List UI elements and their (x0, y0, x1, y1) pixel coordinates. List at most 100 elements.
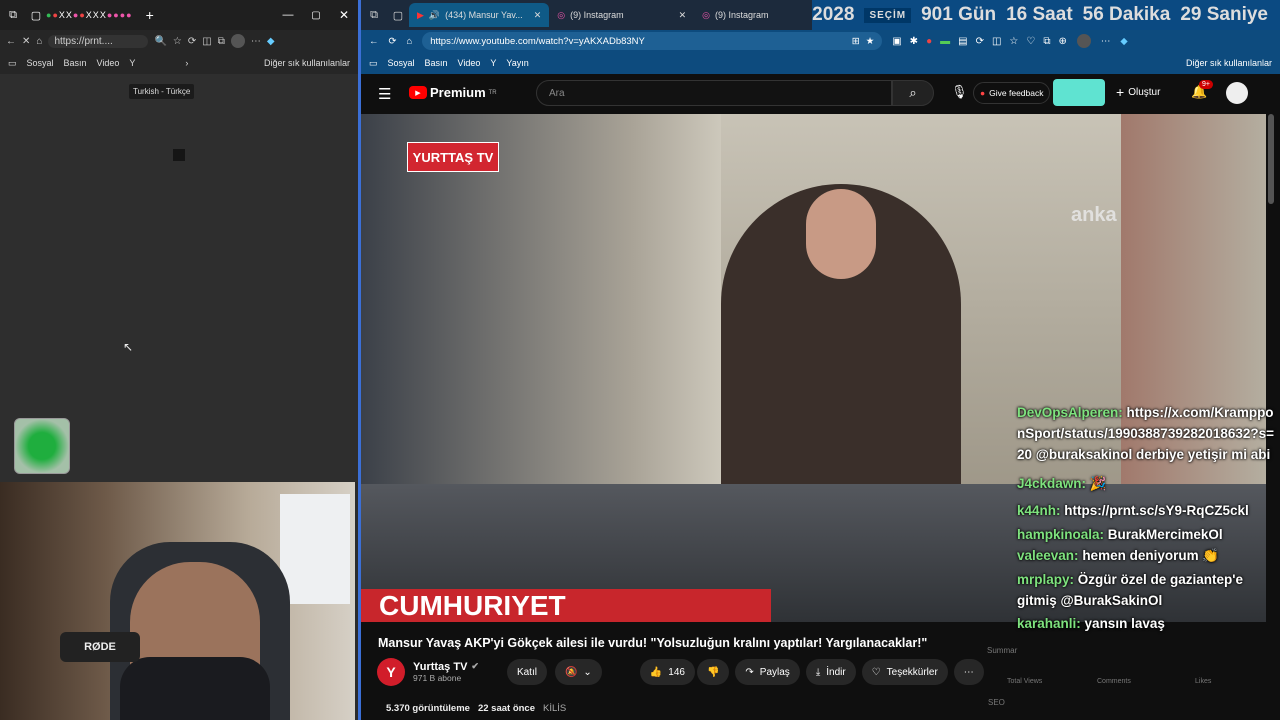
download-icon: ⤓ (815, 666, 821, 678)
bookmark-sosyal[interactable]: Sosyal (27, 58, 54, 68)
close-icon[interactable]: ✕ (330, 8, 358, 22)
join-button[interactable]: Katıl (506, 659, 547, 685)
voice-search-icon[interactable]: 🎙 (951, 84, 968, 100)
tab-actions-icon[interactable]: ▢ (387, 9, 409, 22)
more-icon[interactable]: ⋯ (1101, 36, 1111, 47)
search-button[interactable]: ⌕ (892, 80, 934, 106)
share-button[interactable]: ↷ Paylaş (735, 659, 800, 685)
home-icon[interactable]: ⌂ (406, 36, 412, 47)
favorite-star-icon[interactable]: ★ (866, 36, 875, 47)
subscribed-bell-button[interactable]: 🔕 ⌄ (554, 659, 602, 685)
share-label: Paylaş (759, 666, 790, 678)
bookmark-video[interactable]: Video (458, 58, 481, 68)
dislike-button[interactable]: 👎 (696, 659, 730, 685)
pinned-tabs-icons[interactable]: ● ● X X ● ● X X X ● ● ● ● (46, 10, 132, 20)
refresh-icon[interactable]: ⟳ (389, 36, 397, 47)
copilot-icon[interactable]: ◆ (1120, 36, 1127, 47)
tab-instagram-2[interactable]: ◎ (9) Instagram (694, 3, 776, 27)
tab-instagram-1[interactable]: ◎ (9) Instagram ✕ (549, 3, 694, 27)
bell-off-icon: 🔕 (564, 666, 578, 678)
chevron-right-icon[interactable]: › (185, 58, 188, 68)
bookmark-y[interactable]: Y (129, 58, 135, 68)
extension-icons[interactable]: ▣ ✱ ● ▬ ▤ ⟳ ◫ ☆ ♡ ⧉ ⊕ (892, 36, 1067, 47)
youtube-header: ☰ ▶ Premium TR Ara ⌕ 🎙 ● Give feedback +… (361, 74, 1280, 114)
bookmark-toggle-icon[interactable]: ▭ (8, 58, 17, 69)
workspaces-icon[interactable]: ⧉ (0, 9, 26, 22)
chat-user: valeevan: (1017, 548, 1079, 563)
home-icon[interactable]: ⌂ (36, 36, 42, 47)
zoom-icon[interactable]: 🔍 (154, 36, 166, 47)
bookmark-other[interactable]: Diğer sık kullanılanlar (1186, 58, 1272, 68)
right-address-bar: ← ⟳ ⌂ https://www.youtube.com/watch?v=yA… (361, 30, 1280, 52)
bookmark-y[interactable]: Y (490, 58, 496, 68)
back-icon[interactable]: ← (369, 36, 379, 47)
bookmark-sosyal[interactable]: Sosyal (388, 58, 415, 68)
thanks-button[interactable]: ♡ Teşekkürler (861, 659, 948, 685)
menu-icon[interactable]: ☰ (378, 85, 391, 103)
side-panel-labels: Summar (987, 646, 1017, 655)
download-button[interactable]: ⤓ İndir (805, 659, 856, 685)
bookmark-toggle-icon[interactable]: ▭ (369, 58, 378, 69)
left-tab-strip[interactable]: ⧉ ▢ ● ● X X ● ● X X X ● ● ● ● + — ▢ ✕ (0, 0, 358, 30)
loading-square-icon (173, 149, 185, 161)
bookmark-basin[interactable]: Basın (425, 58, 448, 68)
search-input[interactable]: Ara (536, 80, 892, 106)
copilot-icon[interactable]: ◆ (267, 36, 275, 47)
app-available-icon[interactable]: ⊞ (852, 36, 860, 47)
youtube-logo[interactable]: ▶ Premium TR (409, 85, 497, 100)
refresh-icon[interactable]: ⟳ (188, 36, 196, 47)
toggle-switch[interactable] (1053, 79, 1105, 106)
verified-icon: ✔ (471, 661, 479, 671)
back-icon[interactable]: ← (6, 36, 16, 47)
like-count: 146 (668, 666, 685, 678)
more-actions-button[interactable]: ⋯ (953, 659, 984, 685)
countdown-minutes: 56 Dakika (1082, 4, 1171, 25)
bookmark-yayin[interactable]: Yayın (506, 58, 528, 68)
give-feedback-button[interactable]: ● Give feedback (973, 82, 1051, 104)
chat-user: J4ckdawn: (1017, 476, 1087, 491)
close-tab-icon[interactable]: ✕ (534, 10, 542, 21)
minimize-icon[interactable]: — (274, 9, 302, 21)
stream-chat-overlay: DevOpsAlperen: https://x.com/KrampponSpo… (1017, 402, 1280, 720)
close-tab-icon[interactable]: ✕ (679, 10, 687, 21)
profile-avatar[interactable] (230, 34, 245, 48)
tab-actions-icon[interactable]: ▢ (26, 9, 46, 22)
countdown-badge: SEÇİM (864, 7, 912, 23)
bookmark-basin[interactable]: Basın (64, 58, 87, 68)
channel-row: Y Yurttaş TV ✔ 971 B abone Katıl 🔕 ⌄ 👍 146… (377, 656, 984, 688)
channel-name[interactable]: Yurttaş TV (413, 661, 467, 673)
split-screen-icon[interactable]: ◫ (202, 36, 211, 47)
maximize-icon[interactable]: ▢ (302, 10, 330, 21)
notification-badge: 9+ (1199, 80, 1213, 89)
left-url-field[interactable]: https://prnt.... (48, 34, 149, 48)
location-tag: KİLİS (543, 703, 567, 714)
like-button[interactable]: 👍 146 (639, 659, 695, 685)
create-button[interactable]: + Oluştur (1116, 84, 1160, 100)
bookmark-other[interactable]: Diğer sık kullanılanlar (264, 58, 350, 68)
more-icon[interactable]: ⋯ (251, 36, 261, 47)
chat-message: J4ckdawn: 🎉 (1017, 473, 1280, 494)
instagram-icon: ◎ (557, 9, 566, 20)
chat-message: k44nh: https://prnt.sc/sY9-RqCZ5ckl (1017, 500, 1280, 521)
bookmark-video[interactable]: Video (97, 58, 120, 68)
summary-label: Summar (987, 646, 1018, 655)
account-avatar[interactable] (1226, 82, 1248, 104)
tab-youtube[interactable]: ▶ 🔊 (434) Mansur Yav... ✕ (409, 3, 550, 27)
feedback-icon: ● (980, 88, 986, 98)
chat-user: DevOpsAlperen: (1017, 405, 1123, 420)
chat-user: hampkinoala: (1017, 527, 1105, 542)
new-tab-icon[interactable]: + (146, 7, 154, 23)
chat-user: k44nh: (1017, 503, 1061, 518)
election-countdown: 2028 SEÇİM 901 Gün 16 Saat 56 Dakika 29 … (812, 0, 1280, 30)
profile-avatar[interactable] (1076, 34, 1091, 48)
workspaces-icon[interactable]: ⧉ (361, 9, 387, 22)
favorite-star-icon[interactable]: ☆ (173, 36, 182, 47)
url-field[interactable]: https://www.youtube.com/watch?v=yAKXADb8… (422, 32, 883, 50)
stop-loading-icon[interactable]: ✕ (22, 36, 30, 47)
audio-playing-icon[interactable]: 🔊 (429, 10, 440, 21)
create-label: Oluştur (1128, 86, 1161, 98)
channel-avatar[interactable]: Y (377, 658, 405, 686)
scrollbar[interactable] (1268, 114, 1274, 204)
collections-icon[interactable]: ⧉ (218, 36, 225, 47)
countdown-days: 901 Gün (921, 4, 997, 25)
